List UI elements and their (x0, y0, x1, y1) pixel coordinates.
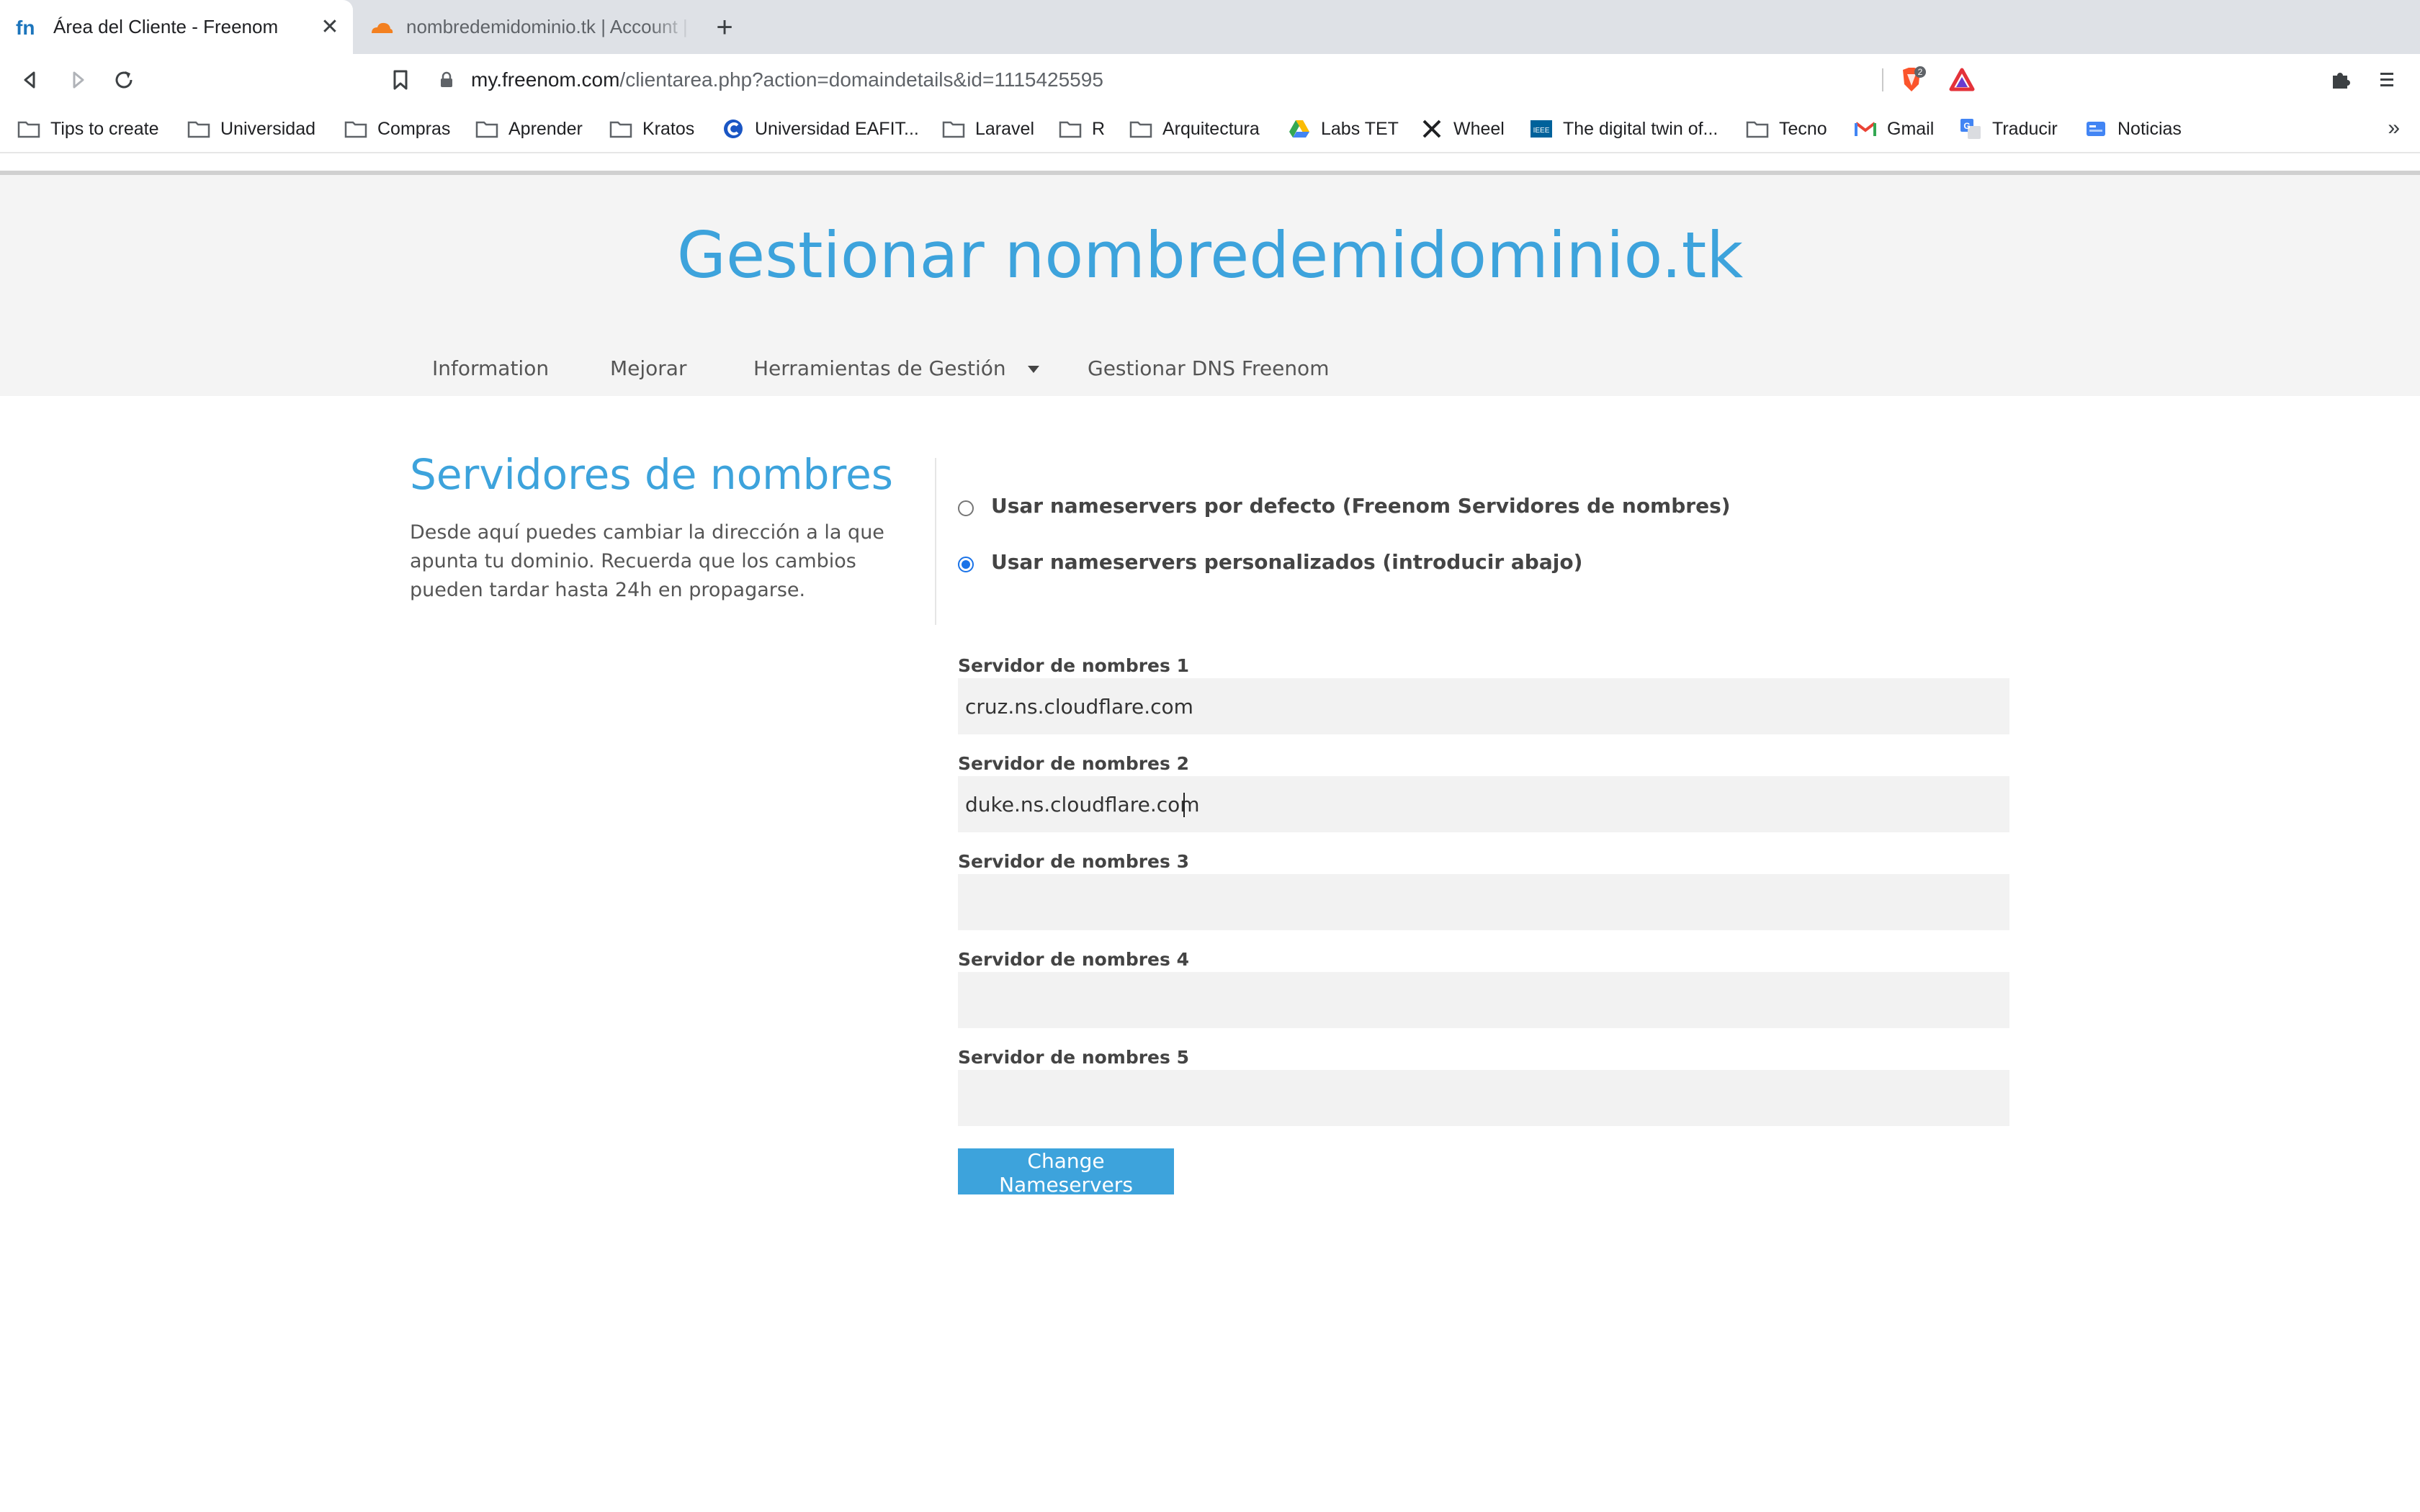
section-title: Servidores de nombres (410, 450, 893, 499)
nameserver-2-label: Servidor de nombres 2 (958, 753, 1189, 774)
bookmark-universidad-eafit[interactable]: Universidad EAFIT... (722, 116, 919, 142)
radio-custom[interactable] (958, 556, 974, 572)
change-nameservers-button[interactable]: Change Nameservers (958, 1148, 1174, 1197)
svg-text:G: G (1963, 121, 1970, 131)
folder-icon (187, 117, 210, 140)
tab-title: Área del Cliente - Freenom (53, 16, 279, 37)
folder-icon (344, 117, 367, 140)
subnav-mejorar[interactable]: Mejorar (610, 356, 686, 380)
menu-icon[interactable] (2370, 63, 2404, 97)
browser-toolbar: my.freenom.com/clientarea.php?action=dom… (0, 54, 2420, 106)
bookmark-compras[interactable]: Compras (344, 116, 450, 142)
section-description: Desde aquí puedes cambiar la dirección a… (410, 521, 884, 601)
tab-strip: fn Área del Cliente - Freenom ✕ nombrede… (0, 0, 2420, 54)
text-cursor (1183, 793, 1185, 817)
caret-down-icon (1027, 366, 1039, 373)
nameserver-4-input[interactable] (958, 972, 2009, 1028)
tab-freenom[interactable]: fn Área del Cliente - Freenom ✕ (0, 0, 353, 54)
nameserver-5-label: Servidor de nombres 5 (958, 1047, 1189, 1068)
nameserver-5-input[interactable] (958, 1070, 2009, 1126)
back-icon[interactable] (14, 64, 46, 96)
bookmark-universidad[interactable]: Universidad (187, 116, 315, 142)
folder-icon (475, 117, 498, 140)
ieee-icon: IEEE (1530, 117, 1553, 140)
brave-shields-icon[interactable]: 2 (1894, 63, 1929, 97)
bookmark-kratos[interactable]: Kratos (609, 116, 694, 142)
drive-icon (1288, 117, 1311, 140)
brave-badge: 2 (1918, 67, 1923, 77)
news-icon (2084, 117, 2107, 140)
reload-icon[interactable] (108, 64, 140, 96)
nameserver-3-input[interactable] (958, 874, 2009, 930)
bookmark-wheel[interactable]: Wheel (1420, 116, 1505, 142)
svg-text:IEEE: IEEE (1533, 127, 1550, 135)
bookmark-digital-twin[interactable]: IEEE The digital twin of... (1530, 116, 1718, 142)
subnav-herramientas-label: Herramientas de Gestión (753, 356, 1006, 380)
bookmark-aprender[interactable]: Aprender (475, 116, 583, 142)
eafit-icon (722, 117, 745, 140)
more-bookmarks-button[interactable]: » (2388, 116, 2400, 140)
toolbar-divider (1882, 68, 1883, 91)
bookmark-gmail[interactable]: Gmail (1854, 116, 1934, 142)
tab-title: nombredemidominio.tk | Account | C (406, 16, 693, 37)
subnav-herramientas[interactable]: Herramientas de Gestión (753, 356, 1039, 380)
nameserver-4-label: Servidor de nombres 4 (958, 949, 1189, 970)
url-text: my.freenom.com/clientarea.php?action=dom… (471, 68, 1103, 91)
folder-icon (609, 117, 632, 140)
folder-icon (1059, 117, 1082, 140)
option-custom-nameservers[interactable]: Usar nameservers personalizados (introdu… (958, 550, 1582, 574)
cloudflare-favicon-icon (369, 15, 393, 40)
gmail-icon (1854, 117, 1877, 140)
new-tab-icon[interactable]: + (704, 13, 745, 42)
translate-icon: G (1959, 117, 1982, 140)
option-custom-label: Usar nameservers personalizados (introdu… (991, 550, 1583, 574)
folder-icon (942, 117, 965, 140)
tab-cloudflare[interactable]: nombredemidominio.tk | Account | C (353, 0, 693, 54)
freenom-favicon-icon: fn (16, 15, 40, 40)
section-divider (935, 458, 936, 625)
brave-rewards-icon[interactable] (1945, 63, 1979, 97)
close-tab-icon[interactable]: ✕ (315, 14, 344, 40)
bookmark-labs-tet[interactable]: Labs TET (1288, 116, 1399, 142)
bookmark-icon[interactable] (385, 64, 416, 96)
bookmarks-bar: Tips to create Universidad Compras Apren… (0, 106, 2420, 153)
bookmark-tips-to-create[interactable]: Tips to create (17, 116, 159, 142)
nameserver-3-label: Servidor de nombres 3 (958, 851, 1189, 872)
page-title: Gestionar nombredemidominio.tk (676, 218, 1744, 292)
bookmark-tecno[interactable]: Tecno (1746, 116, 1827, 142)
bookmark-arquitectura[interactable]: Arquitectura (1129, 116, 1260, 142)
tools-icon (1420, 117, 1443, 140)
subnav-gestionar-dns[interactable]: Gestionar DNS Freenom (1088, 356, 1329, 380)
lock-icon (432, 71, 461, 89)
bookmark-r[interactable]: R (1059, 116, 1105, 142)
svg-text:fn: fn (16, 17, 35, 38)
bookmark-noticias[interactable]: Noticias (2084, 116, 2182, 142)
extensions-puzzle-icon[interactable] (2323, 63, 2358, 97)
domain-header: Gestionar nombredemidominio.tk Informati… (0, 175, 2420, 396)
bookmark-traducir[interactable]: G Traducir (1959, 116, 2058, 142)
option-default-nameservers[interactable]: Usar nameservers por defecto (Freenom Se… (958, 494, 1731, 518)
folder-icon (17, 117, 40, 140)
folder-icon (1129, 117, 1152, 140)
nameserver-2-input[interactable] (958, 776, 2009, 832)
forward-icon[interactable] (62, 64, 94, 96)
folder-icon (1746, 117, 1769, 140)
radio-default[interactable] (958, 500, 974, 516)
nameserver-1-label: Servidor de nombres 1 (958, 655, 1189, 676)
bookmark-laravel[interactable]: Laravel (942, 116, 1034, 142)
nameserver-1-input[interactable] (958, 678, 2009, 734)
option-default-label: Usar nameservers por defecto (Freenom Se… (991, 494, 1731, 518)
address-bar[interactable]: my.freenom.com/clientarea.php?action=dom… (432, 61, 1988, 99)
subnav-information[interactable]: Information (432, 356, 549, 380)
page-top-edge (0, 153, 2420, 175)
